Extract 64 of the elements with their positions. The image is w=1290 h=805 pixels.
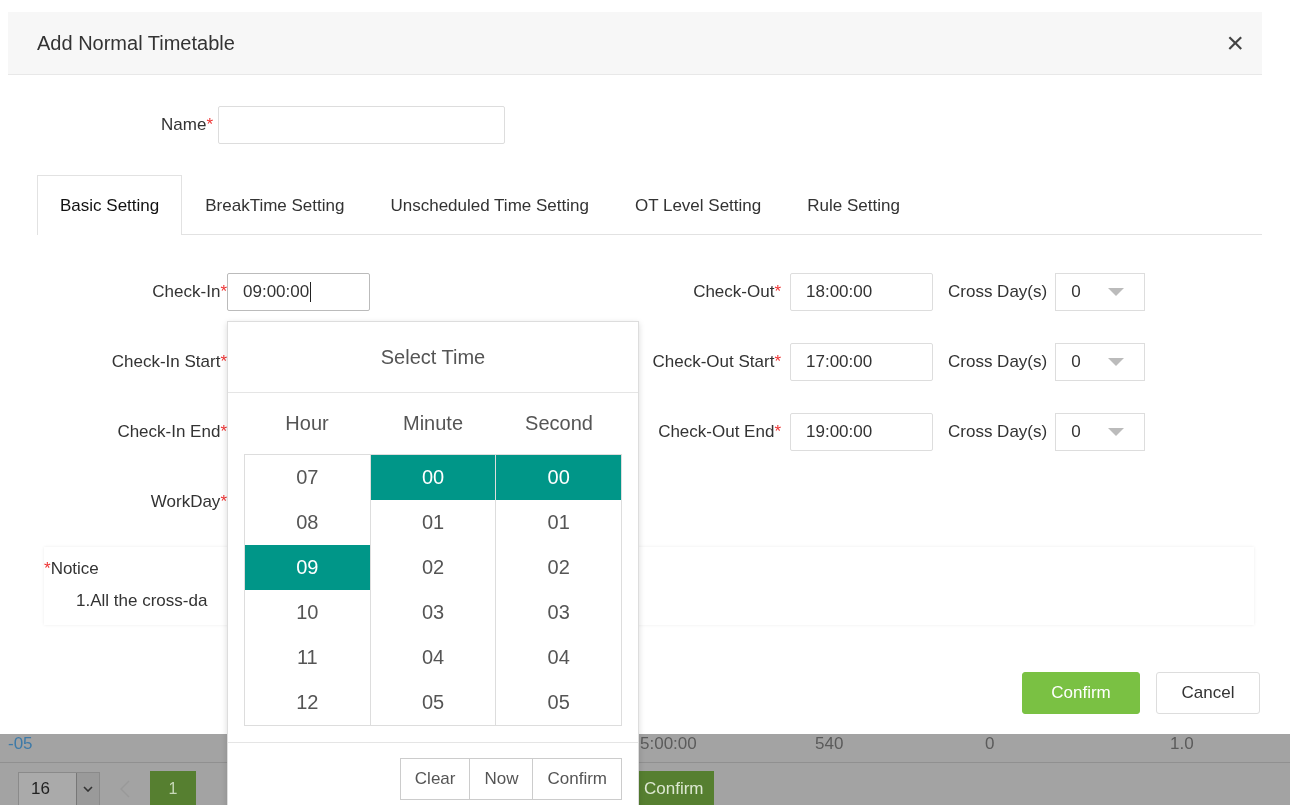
text-cursor xyxy=(310,282,312,302)
table-cell: 1.0 xyxy=(1170,734,1194,754)
time-field[interactable]: 18:00:00 xyxy=(790,273,933,311)
column-header: Second xyxy=(524,412,594,435)
field-label: Check-In End* xyxy=(116,422,227,442)
picker-button[interactable]: Clear xyxy=(399,758,471,800)
time-option[interactable]: 12 xyxy=(245,680,370,725)
picker-title: Select Time xyxy=(228,322,638,393)
field-label: Check-In* xyxy=(151,282,227,302)
table-cell: 0 xyxy=(985,734,995,754)
time-field[interactable]: 09:00:00 xyxy=(227,273,370,311)
table-cell: -05 xyxy=(8,734,33,754)
time-option[interactable]: 03 xyxy=(496,590,621,635)
time-option[interactable]: 08 xyxy=(245,500,370,545)
time-option[interactable]: 02 xyxy=(370,545,496,590)
close-button[interactable]: × xyxy=(1226,28,1244,58)
notice-text: 1.All the cross-da xyxy=(76,591,208,611)
tab[interactable]: OT Level Setting xyxy=(611,175,785,235)
cancel-button[interactable]: Cancel xyxy=(1156,672,1260,714)
page-size-select[interactable]: 16 xyxy=(18,772,100,805)
time-option[interactable]: 05 xyxy=(496,680,621,725)
time-option[interactable]: 07 xyxy=(245,455,370,500)
table-cell: 540 xyxy=(815,734,844,754)
field-label: Check-Out Start* xyxy=(651,352,782,372)
picker-button[interactable]: Now xyxy=(469,758,534,800)
field-label: Cross Day(s) xyxy=(948,352,1048,372)
picker-button[interactable]: Confirm xyxy=(532,758,622,800)
time-option[interactable]: 04 xyxy=(496,635,621,680)
notice-title: *Notice xyxy=(44,559,99,579)
time-option[interactable]: 05 xyxy=(370,680,496,725)
tab[interactable]: Basic Setting xyxy=(37,175,183,235)
time-option[interactable]: 11 xyxy=(245,635,370,680)
tab[interactable]: Rule Setting xyxy=(784,175,923,235)
column-header: Hour xyxy=(284,412,330,435)
dialog-title: Add Normal Timetable xyxy=(37,31,235,55)
time-option[interactable]: 04 xyxy=(370,635,496,680)
column-header: Minute xyxy=(402,412,464,435)
tab[interactable]: Unscheduled Time Setting xyxy=(367,175,612,235)
time-option[interactable]: 01 xyxy=(496,500,621,545)
time-option[interactable]: 00 xyxy=(370,455,496,500)
field-label: Check-Out End* xyxy=(657,422,782,442)
table-cell: 5:00:00 xyxy=(640,734,697,754)
time-option[interactable]: 01 xyxy=(370,500,496,545)
time-option[interactable]: 03 xyxy=(370,590,496,635)
field-label: Check-Out* xyxy=(692,282,782,302)
caret-icon xyxy=(1108,358,1125,366)
field-label: WorkDay* xyxy=(149,492,227,512)
time-option[interactable]: 10 xyxy=(245,590,370,635)
time-field[interactable]: 19:00:00 xyxy=(790,413,933,451)
field-label: Name* xyxy=(160,115,214,135)
tab[interactable]: BreakTime Setting xyxy=(182,175,368,235)
time-field[interactable]: 17:00:00 xyxy=(790,343,933,381)
field-label: Cross Day(s) xyxy=(948,422,1048,442)
caret-icon xyxy=(1108,428,1125,436)
name-field[interactable] xyxy=(218,106,505,144)
field-label: Cross Day(s) xyxy=(948,282,1048,302)
time-option[interactable]: 00 xyxy=(496,455,621,500)
time-option[interactable]: 09 xyxy=(245,545,370,590)
cross-day-select[interactable]: 0 xyxy=(1055,413,1146,451)
field-label: Check-In Start* xyxy=(110,352,227,372)
time-option[interactable]: 02 xyxy=(496,545,621,590)
cross-day-select[interactable]: 0 xyxy=(1055,273,1146,311)
caret-icon xyxy=(1108,288,1125,296)
cross-day-select[interactable]: 0 xyxy=(1055,343,1146,381)
